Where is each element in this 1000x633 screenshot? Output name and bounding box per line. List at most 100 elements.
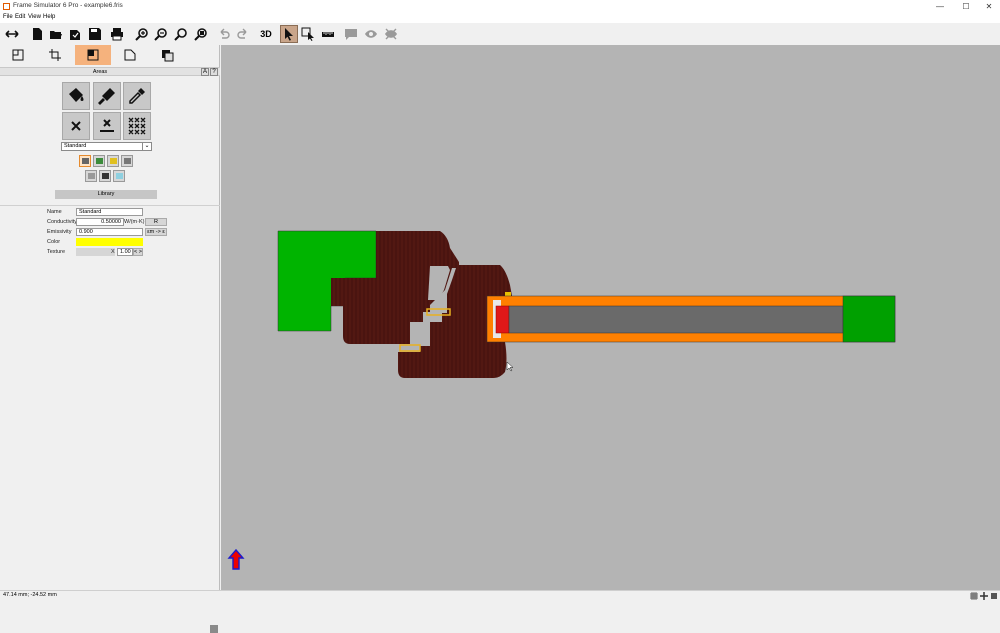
auto-button[interactable]: A xyxy=(201,68,209,76)
texture-field[interactable] xyxy=(76,248,115,256)
color-label: Color xyxy=(47,239,61,245)
redo-button[interactable] xyxy=(234,25,252,43)
measure-button[interactable] xyxy=(319,25,337,43)
zoom-window-button[interactable] xyxy=(192,25,210,43)
texture-scale-field[interactable]: 1.00 xyxy=(117,248,133,256)
grid-icon[interactable] xyxy=(970,592,978,600)
insulation-area-right xyxy=(842,295,896,343)
resistance-button[interactable]: R xyxy=(145,218,167,226)
comment-button[interactable] xyxy=(342,25,360,43)
tab-boundaries[interactable] xyxy=(112,45,148,65)
undo-icon xyxy=(220,28,230,39)
panel-scrollbar-thumb[interactable] xyxy=(210,625,218,633)
fill-tool-button[interactable] xyxy=(62,82,90,110)
glass-cavity xyxy=(508,305,844,334)
select-area-icon xyxy=(301,27,314,41)
open-file-button[interactable] xyxy=(47,25,65,43)
menu-view[interactable]: View xyxy=(28,14,41,20)
coordinates-readout: 47.14 mm; -24.52 mm xyxy=(3,592,57,598)
print-button[interactable] xyxy=(108,25,126,43)
menu-edit[interactable]: Edit xyxy=(15,14,25,20)
chevron-down-icon: ⌄ xyxy=(142,143,151,150)
menu-help[interactable]: Help xyxy=(43,14,55,20)
status-bar: 47.14 mm; -24.52 mm xyxy=(0,590,1000,600)
tab-dimensions[interactable] xyxy=(37,45,73,65)
delete-below-button[interactable] xyxy=(93,112,121,140)
name-field[interactable]: Standard xyxy=(76,208,143,216)
title-bar: Frame Simulator 6 Pro - example6.fris — … xyxy=(0,0,1000,13)
color-swatch[interactable] xyxy=(76,238,143,246)
visibility-button[interactable] xyxy=(362,25,380,43)
resize-grip-icon[interactable] xyxy=(990,592,998,600)
panel-divider xyxy=(0,205,220,206)
close-button[interactable]: ✕ xyxy=(978,0,1000,13)
paint-bucket-icon xyxy=(69,88,84,102)
texture-step-button[interactable]: < > xyxy=(133,248,143,256)
new-file-button[interactable] xyxy=(28,25,46,43)
swatch-button-6[interactable] xyxy=(99,170,111,182)
print-icon xyxy=(111,28,123,41)
eye-off-icon xyxy=(385,28,397,40)
import-icon xyxy=(70,30,80,40)
zoom-out-button[interactable] xyxy=(152,25,170,43)
zoom-fit-button[interactable] xyxy=(172,25,190,43)
tab-areas[interactable] xyxy=(75,45,111,65)
delete-underline-icon xyxy=(100,119,114,132)
delete-area-button[interactable] xyxy=(62,112,90,140)
name-label: Name xyxy=(47,209,62,215)
help-button[interactable]: ? xyxy=(210,68,218,76)
tab-geometry[interactable] xyxy=(0,45,36,65)
emissivity-convert-button[interactable]: εm -> ε xyxy=(145,228,167,236)
swatch-button-3[interactable] xyxy=(107,155,119,167)
mouse-cursor xyxy=(506,361,514,372)
zoom-window-icon xyxy=(194,28,207,41)
view-3d-button[interactable]: 3D xyxy=(256,25,276,43)
conductivity-unit: W/(m·K) xyxy=(124,219,145,225)
geometry-icon xyxy=(12,49,24,61)
axis-arrow-icon xyxy=(227,548,245,570)
double-arrow-icon xyxy=(5,30,19,38)
material-select[interactable]: Standard ⌄ xyxy=(61,142,152,151)
swatch-button-2[interactable] xyxy=(93,155,105,167)
material-swatch-icon xyxy=(101,173,109,179)
crop-icon xyxy=(49,49,61,61)
delete-all-icon xyxy=(128,117,146,135)
minimize-button[interactable]: — xyxy=(929,0,951,13)
conductivity-field[interactable]: 0.50000 xyxy=(76,218,124,226)
frame-section-drawing xyxy=(227,230,896,570)
emissivity-label: Emissivity xyxy=(47,229,72,235)
library-button[interactable]: Library xyxy=(55,190,157,199)
zoom-in-button[interactable] xyxy=(133,25,151,43)
undo-button[interactable] xyxy=(215,25,233,43)
emissivity-field[interactable]: 0.900 xyxy=(76,228,143,236)
toggle-panel-button[interactable] xyxy=(3,25,21,43)
snap-icon[interactable] xyxy=(980,592,988,600)
pipette-icon xyxy=(129,88,145,104)
drawing-canvas[interactable] xyxy=(221,45,1000,590)
pipette-tool-button[interactable] xyxy=(123,82,151,110)
brush-tool-button[interactable] xyxy=(93,82,121,110)
select-arrow-icon xyxy=(285,28,293,41)
areas-icon xyxy=(87,49,99,61)
import-button[interactable] xyxy=(66,25,84,43)
spacer-area xyxy=(495,305,510,334)
material-swatch-icon xyxy=(115,173,123,179)
delete-all-button[interactable] xyxy=(123,112,151,140)
swatch-button-4[interactable] xyxy=(121,155,133,167)
save-button[interactable] xyxy=(86,25,104,43)
swatch-button-5[interactable] xyxy=(85,170,97,182)
zoom-out-icon xyxy=(154,28,167,41)
select-area-button[interactable] xyxy=(299,25,317,43)
ruler-icon xyxy=(322,32,334,37)
areas-panel: Areas A ? Standard ⌄ Library Name Standa… xyxy=(0,45,220,633)
tab-results[interactable] xyxy=(149,45,185,65)
menu-file[interactable]: File xyxy=(3,14,13,20)
hide-button[interactable] xyxy=(382,25,400,43)
swatch-button-7[interactable] xyxy=(113,170,125,182)
results-icon xyxy=(162,50,174,62)
select-tool-button[interactable] xyxy=(280,25,298,43)
maximize-button[interactable]: ☐ xyxy=(955,0,977,13)
boundary-icon xyxy=(124,49,136,61)
swatch-button-1[interactable] xyxy=(79,155,91,167)
zoom-fit-icon xyxy=(174,28,187,41)
